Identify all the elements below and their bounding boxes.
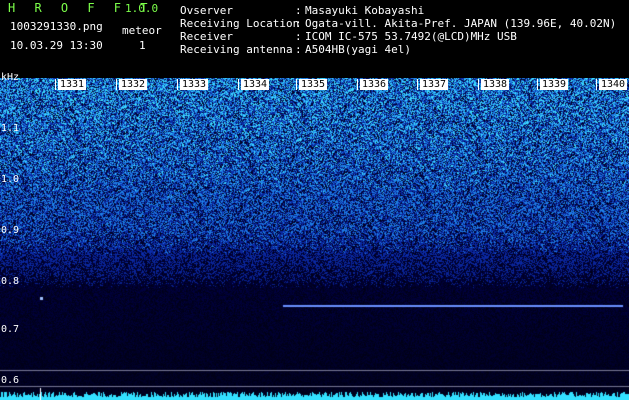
x-tick: 1337 xyxy=(416,79,449,90)
info-value: Masayuki Kobayashi xyxy=(305,4,425,17)
y-tick: 0.6 xyxy=(1,375,20,386)
info-row-location: Receiving Location : Ogata-vill. Akita-P… xyxy=(180,17,620,30)
info-row-antenna: Receiving antenna : A504HB(yagi 4el) xyxy=(180,43,620,56)
info-colon: : xyxy=(295,4,302,17)
y-unit-label: kHz xyxy=(1,72,20,83)
meteor-label: meteor xyxy=(122,24,162,37)
info-colon: : xyxy=(295,30,302,43)
x-tick: 1339 xyxy=(536,79,569,90)
y-tick: 0.8 xyxy=(1,276,20,287)
x-tick: 1338 xyxy=(477,79,510,90)
info-value: A504HB(yagi 4el) xyxy=(305,43,411,56)
x-tick: 1333 xyxy=(176,79,209,90)
info-value: ICOM IC-575 53.7492(@LCD)MHz USB xyxy=(305,30,517,43)
info-colon: : xyxy=(295,17,302,30)
y-tick: 0.7 xyxy=(1,324,20,335)
info-value: Ogata-vill. Akita-Pref. JAPAN (139.96E, … xyxy=(305,17,617,30)
x-tick: 1332 xyxy=(115,79,148,90)
info-row-receiver: Receiver : ICOM IC-575 53.7492(@LCD)MHz … xyxy=(180,30,620,43)
info-row-observer: Ovserver : Masayuki Kobayashi xyxy=(180,4,620,17)
x-tick: 1334 xyxy=(237,79,270,90)
x-tick: 1335 xyxy=(295,79,328,90)
info-key: Receiving Location xyxy=(180,17,300,30)
info-key: Receiver xyxy=(180,30,233,43)
file-name: 1003291330.png xyxy=(10,20,103,33)
header-panel: H R O F F T 1.0.0 1003291330.png 10.03.2… xyxy=(0,0,629,78)
y-tick: 1.1 xyxy=(1,123,20,134)
info-colon: : xyxy=(295,43,302,56)
y-tick: 1.0 xyxy=(1,174,20,185)
x-tick: 1336 xyxy=(356,79,389,90)
x-tick: 1331 xyxy=(54,79,87,90)
spectrogram-canvas xyxy=(0,78,629,400)
info-key: Ovserver xyxy=(180,4,233,17)
y-tick: 0.9 xyxy=(1,225,20,236)
info-key: Receiving antenna xyxy=(180,43,293,56)
app-version: 1.0.0 xyxy=(125,2,159,15)
timestamp: 10.03.29 13:30 xyxy=(10,39,103,52)
x-tick: 1340 xyxy=(595,79,628,90)
meteor-count: 1 xyxy=(139,39,146,52)
